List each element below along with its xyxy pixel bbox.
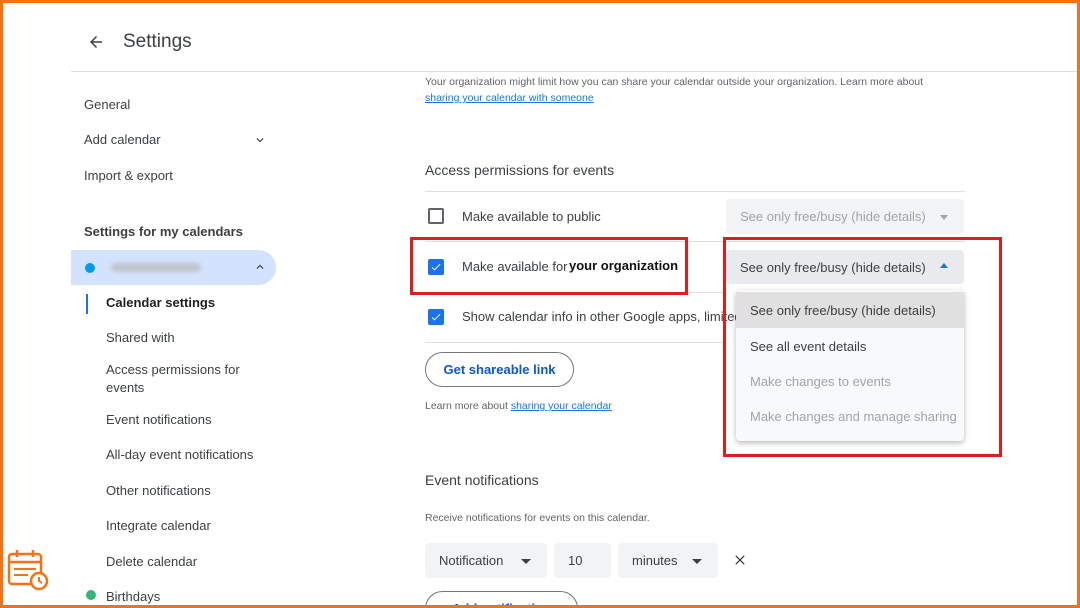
option-all-details[interactable]: See all event details — [736, 328, 964, 364]
divider — [425, 241, 965, 242]
notification-unit-select[interactable]: minutes — [618, 543, 718, 578]
public-select-value: See only free/busy (hide details) — [740, 209, 926, 224]
notification-amount-input[interactable]: 10 — [554, 543, 611, 578]
page-title: Settings — [123, 31, 192, 52]
calendar-clock-icon — [7, 550, 49, 591]
get-shareable-link-button[interactable]: Get shareable link — [425, 352, 574, 387]
notification-type-select[interactable]: Notification — [425, 543, 547, 578]
sidebar-item-delete-calendar[interactable]: Delete calendar — [106, 553, 197, 571]
section-title-my-calendars: Settings for my calendars — [84, 224, 243, 239]
sidebar-item-shared-with[interactable]: Shared with — [106, 329, 175, 347]
sidebar-calendar-item[interactable] — [71, 250, 276, 285]
divider — [425, 342, 725, 343]
add-notification-button[interactable]: Add notification — [425, 591, 578, 608]
caret-down-icon — [521, 559, 531, 564]
event-notifications-desc: Receive notifications for events on this… — [425, 512, 650, 524]
option-free-busy[interactable]: See only free/busy (hide details) — [736, 292, 964, 328]
sidebar-item-integrate-calendar[interactable]: Integrate calendar — [106, 517, 211, 535]
calendar-color-dot — [85, 263, 95, 273]
close-icon[interactable] — [732, 552, 748, 568]
check-icon — [431, 263, 441, 271]
sharing-link[interactable]: sharing your calendar with someone — [425, 92, 594, 104]
note-text: Your organization might limit how you ca… — [425, 76, 924, 88]
learn-more-link[interactable]: sharing your calendar — [511, 400, 612, 412]
public-checkbox[interactable] — [428, 208, 444, 224]
divider — [425, 292, 725, 293]
organization-overlay-text: your organization — [569, 258, 679, 273]
organization-label: Make available for — [462, 259, 568, 274]
chevron-up-icon[interactable] — [253, 260, 267, 274]
sidebar-item-add-calendar[interactable]: Add calendar — [84, 132, 161, 147]
google-apps-label: Show calendar info in other Google apps,… — [462, 309, 742, 324]
organization-access-select[interactable]: See only free/busy (hide details) — [726, 250, 964, 284]
learn-more-text: Learn more about — [425, 400, 508, 412]
access-level-menu: See only free/busy (hide details) See al… — [736, 290, 964, 441]
notification-unit-value: minutes — [632, 553, 678, 568]
sidebar-item-calendar-settings[interactable]: Calendar settings — [106, 294, 215, 312]
caret-down-icon — [692, 559, 702, 564]
event-notifications-title: Event notifications — [425, 472, 539, 488]
notification-type-value: Notification — [439, 553, 504, 568]
sidebar: General Add calendar Import & export Set… — [0, 72, 300, 608]
option-manage-sharing: Make changes and manage sharing — [750, 408, 957, 424]
public-label: Make available to public — [462, 209, 601, 224]
back-arrow-icon[interactable] — [84, 30, 108, 54]
sidebar-item-other-notifications[interactable]: Other notifications — [106, 482, 211, 500]
check-icon — [431, 313, 441, 321]
google-apps-checkbox[interactable] — [428, 309, 444, 325]
organization-checkbox[interactable] — [428, 259, 444, 275]
option-make-changes: Make changes to events — [750, 373, 891, 389]
sidebar-item-event-notifications[interactable]: Event notifications — [106, 411, 212, 429]
calendar-name-blurred — [111, 263, 201, 272]
sidebar-item-import-export[interactable]: Import & export — [84, 168, 173, 183]
sidebar-item-birthdays[interactable]: Birthdays — [106, 588, 160, 606]
notification-amount-value: 10 — [568, 553, 583, 568]
birthdays-color-dot — [86, 590, 96, 600]
organization-note: Your organization might limit how you ca… — [425, 74, 965, 106]
learn-more: Learn more about sharing your calendar — [425, 400, 612, 412]
chevron-down-icon[interactable] — [253, 133, 267, 147]
public-access-select: See only free/busy (hide details) — [726, 199, 964, 234]
sidebar-item-all-day-notifications[interactable]: All-day event notifications — [106, 446, 253, 464]
caret-up-icon — [940, 263, 948, 268]
organization-select-value: See only free/busy (hide details) — [740, 259, 926, 275]
access-permissions-title: Access permissions for events — [425, 162, 615, 178]
divider — [425, 191, 965, 192]
caret-down-icon — [940, 214, 948, 220]
sidebar-item-general[interactable]: General — [84, 97, 130, 112]
active-indicator — [86, 294, 88, 314]
sidebar-item-access-permissions[interactable]: Access permissions for events — [106, 361, 256, 397]
header: Settings — [0, 0, 1080, 72]
